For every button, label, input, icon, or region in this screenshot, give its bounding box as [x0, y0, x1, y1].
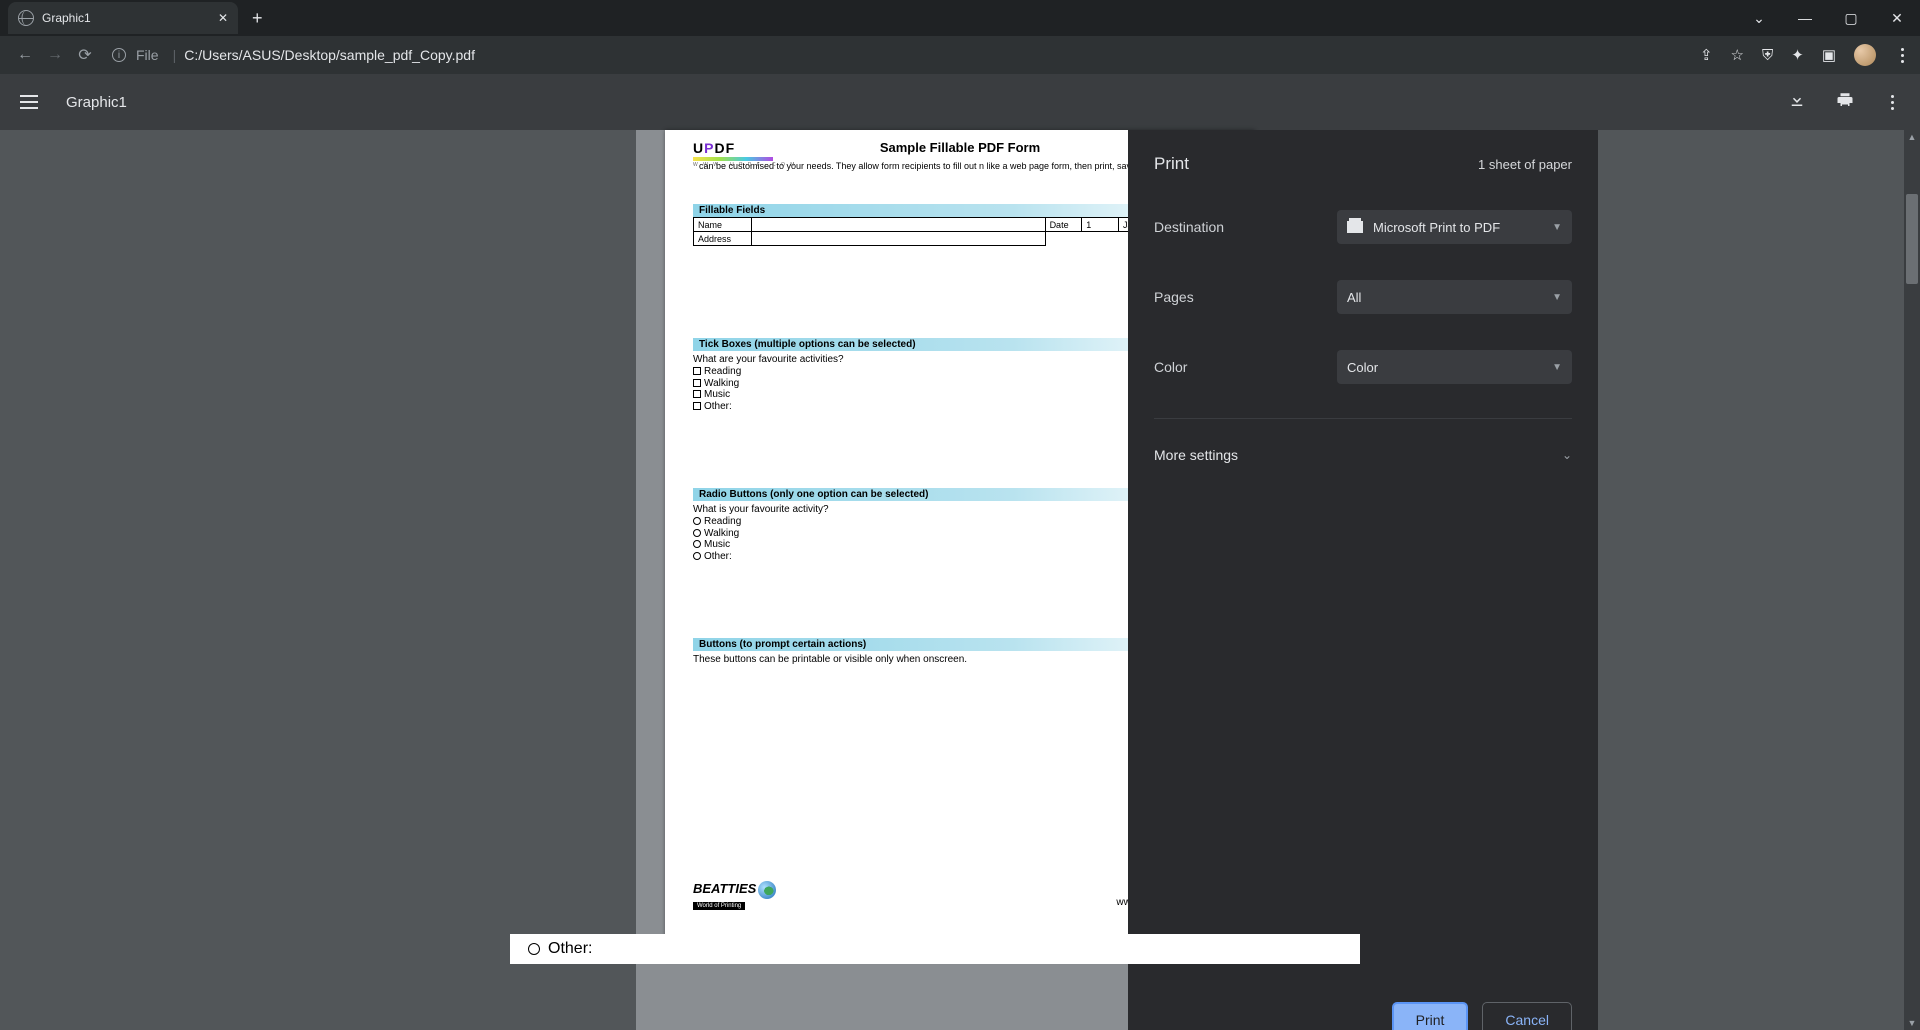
browser-tab[interactable]: Graphic1 ✕	[8, 2, 238, 34]
forward-button: →	[40, 46, 70, 64]
globe-icon	[18, 10, 34, 26]
shield-icon[interactable]: ⛨	[1762, 47, 1773, 64]
chevron-down-icon[interactable]: ⌄	[1736, 10, 1782, 27]
more-settings-toggle[interactable]: More settings ⌄	[1154, 447, 1572, 463]
browser-titlebar: Graphic1 ✕ + ⌄ — ▢ ✕	[0, 0, 1920, 36]
vertical-scrollbar[interactable]: ▲ ▼	[1904, 130, 1920, 1030]
date-label: Date	[1045, 218, 1082, 232]
chevron-down-icon: ▼	[1552, 362, 1562, 373]
close-window-icon[interactable]: ✕	[1874, 10, 1920, 27]
checkbox-icon	[693, 367, 701, 375]
radio-icon	[528, 943, 540, 955]
extensions-icon[interactable]: ✦	[1791, 46, 1804, 64]
profile-avatar[interactable]	[1854, 44, 1876, 66]
chevron-down-icon: ▼	[1552, 292, 1562, 303]
print-icon[interactable]	[1836, 91, 1854, 114]
color-label: Color	[1154, 359, 1187, 375]
print-preview-area: UPDF W W W . U P D F . C O M Sample Fill…	[0, 130, 1920, 1030]
address-field[interactable]	[751, 232, 1045, 246]
pages-label: Pages	[1154, 289, 1194, 305]
pages-select[interactable]: All ▼	[1337, 280, 1572, 314]
site-info-icon[interactable]: i	[112, 48, 126, 62]
reload-button[interactable]: ⟳	[70, 45, 100, 65]
divider	[1154, 418, 1572, 419]
viewer-body: UPDF W W W . U P D F . C O M Sample Fill…	[0, 130, 1920, 1030]
pdf-viewer-toolbar: Graphic1	[0, 74, 1920, 130]
color-select[interactable]: Color ▼	[1337, 350, 1572, 384]
fillable-table: Name Date 1 Jan 2012 Address	[693, 217, 1203, 246]
back-button[interactable]: ←	[10, 46, 40, 64]
radio-icon	[693, 540, 701, 548]
bookmark-icon[interactable]: ☆	[1731, 46, 1744, 64]
tab-title: Graphic1	[42, 11, 91, 25]
color-value: Color	[1347, 360, 1378, 375]
address-bar: ← → ⟳ i File | C:/Users/ASUS/Desktop/sam…	[0, 36, 1920, 74]
underlying-page-strip: Other:	[510, 934, 1360, 964]
destination-label: Destination	[1154, 219, 1224, 235]
scrollbar-thumb[interactable]	[1906, 194, 1918, 284]
print-dialog-title: Print	[1154, 154, 1189, 174]
chrome-menu-icon[interactable]	[1894, 48, 1910, 63]
other-label: Other:	[548, 940, 592, 958]
url-scheme: File	[136, 47, 159, 63]
pages-value: All	[1347, 290, 1361, 305]
download-icon[interactable]	[1788, 91, 1806, 114]
printer-icon	[1347, 221, 1363, 233]
print-button[interactable]: Print	[1392, 1002, 1469, 1030]
date-day[interactable]: 1	[1082, 218, 1119, 232]
url-path: C:/Users/ASUS/Desktop/sample_pdf_Copy.pd…	[184, 47, 475, 63]
destination-value: Microsoft Print to PDF	[1373, 220, 1500, 235]
radio-icon	[693, 529, 701, 537]
globe-icon	[758, 881, 776, 899]
sheet-count: 1 sheet of paper	[1478, 157, 1572, 172]
side-panel-icon[interactable]: ▣	[1822, 46, 1836, 64]
radio-icon	[693, 552, 701, 560]
maximize-icon[interactable]: ▢	[1828, 10, 1874, 27]
share-icon[interactable]: ⇪	[1700, 46, 1713, 64]
scroll-up-arrow[interactable]: ▲	[1904, 132, 1920, 142]
minimize-icon[interactable]: —	[1782, 10, 1828, 26]
footer-brand: BEATTIES World of Printing	[693, 881, 776, 910]
checkbox-icon	[693, 390, 701, 398]
checkbox-icon	[693, 402, 701, 410]
checkbox-icon	[693, 379, 701, 387]
window-controls: ⌄ — ▢ ✕	[1736, 10, 1920, 27]
chevron-down-icon: ▼	[1552, 222, 1562, 233]
radio-icon	[693, 517, 701, 525]
new-tab-button[interactable]: +	[252, 8, 263, 29]
cancel-button[interactable]: Cancel	[1482, 1002, 1572, 1030]
document-name: Graphic1	[66, 94, 127, 111]
url-separator: |	[173, 47, 177, 63]
updf-logo: UPDF W W W . U P D F . C O M	[693, 140, 796, 168]
tab-close-icon[interactable]: ✕	[218, 11, 228, 25]
name-label: Name	[694, 218, 752, 232]
scroll-down-arrow[interactable]: ▼	[1904, 1018, 1920, 1028]
chevron-down-icon: ⌄	[1562, 448, 1572, 462]
viewer-menu-icon[interactable]	[1884, 95, 1900, 110]
destination-select[interactable]: Microsoft Print to PDF ▼	[1337, 210, 1572, 244]
name-field[interactable]	[751, 218, 1045, 232]
print-dialog: Print 1 sheet of paper Destination Micro…	[1128, 130, 1598, 1030]
url-bar[interactable]: i File | C:/Users/ASUS/Desktop/sample_pd…	[100, 40, 1690, 70]
address-label: Address	[694, 232, 752, 246]
hamburger-icon[interactable]	[20, 95, 38, 109]
